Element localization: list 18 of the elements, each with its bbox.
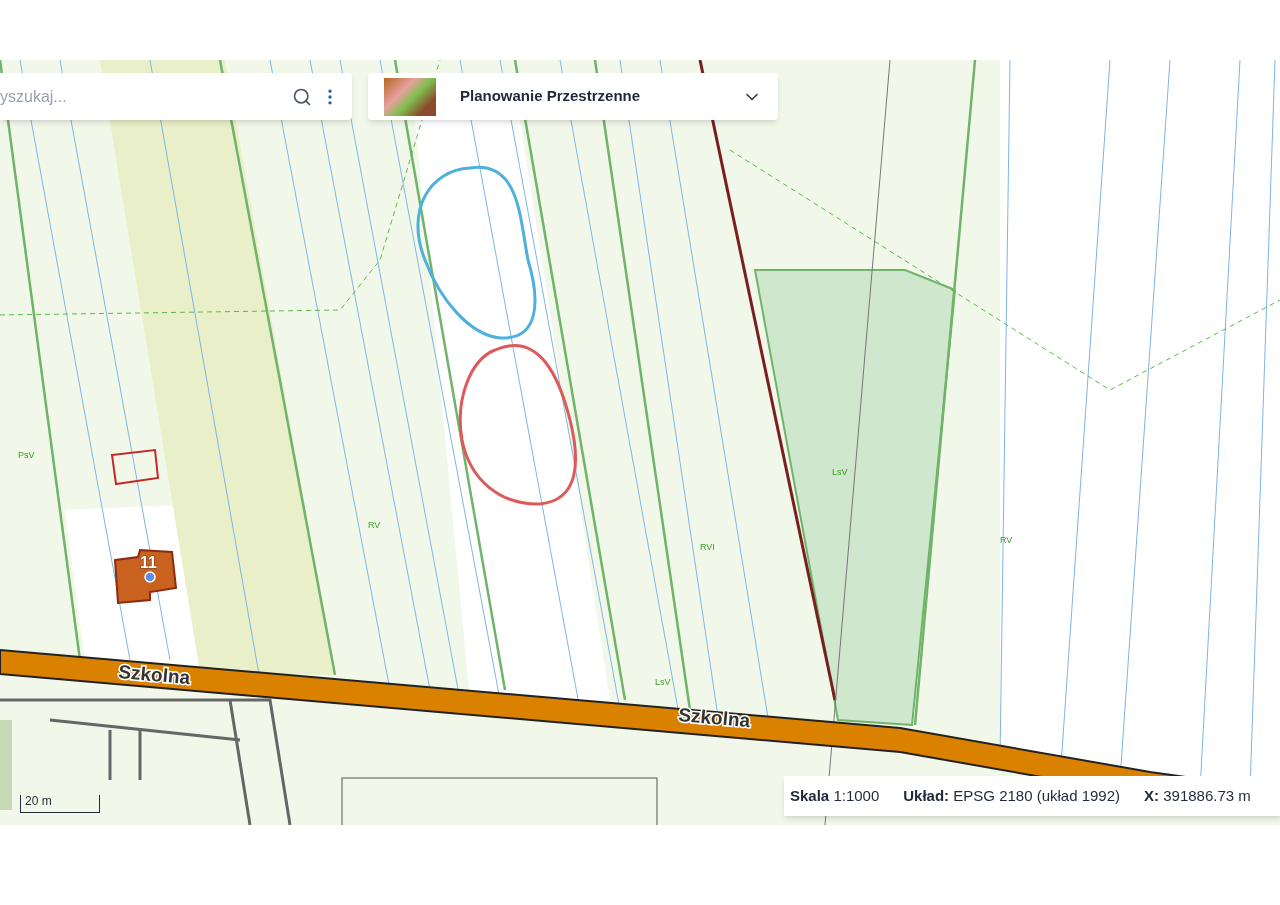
landuse-label: LsV [832,467,848,477]
landuse-label: RV [368,520,381,530]
landuse-label: PsV [18,450,35,460]
house-number: 11 [140,554,157,571]
search-field[interactable]: yszukaj... [0,73,352,120]
landuse-label: RVI [700,542,715,552]
status-item: Skala 1:1000 [790,785,880,806]
street-label: Szkolna [677,704,751,732]
status-item: X: 391886.73 m [1144,785,1251,806]
street-label: Szkolna [117,661,191,689]
search-icon[interactable] [292,86,312,107]
landuse-label: RV [1000,535,1013,545]
landuse-label: LsV [655,677,671,687]
layer-selector[interactable]: Planowanie Przestrzenne [368,73,778,120]
minimap-thumbnail[interactable] [0,720,12,810]
scale-bar: 20 m [20,795,100,813]
map-thumbnail [384,77,436,116]
status-item: Układ: EPSG 2180 (układ 1992) [903,785,1121,806]
